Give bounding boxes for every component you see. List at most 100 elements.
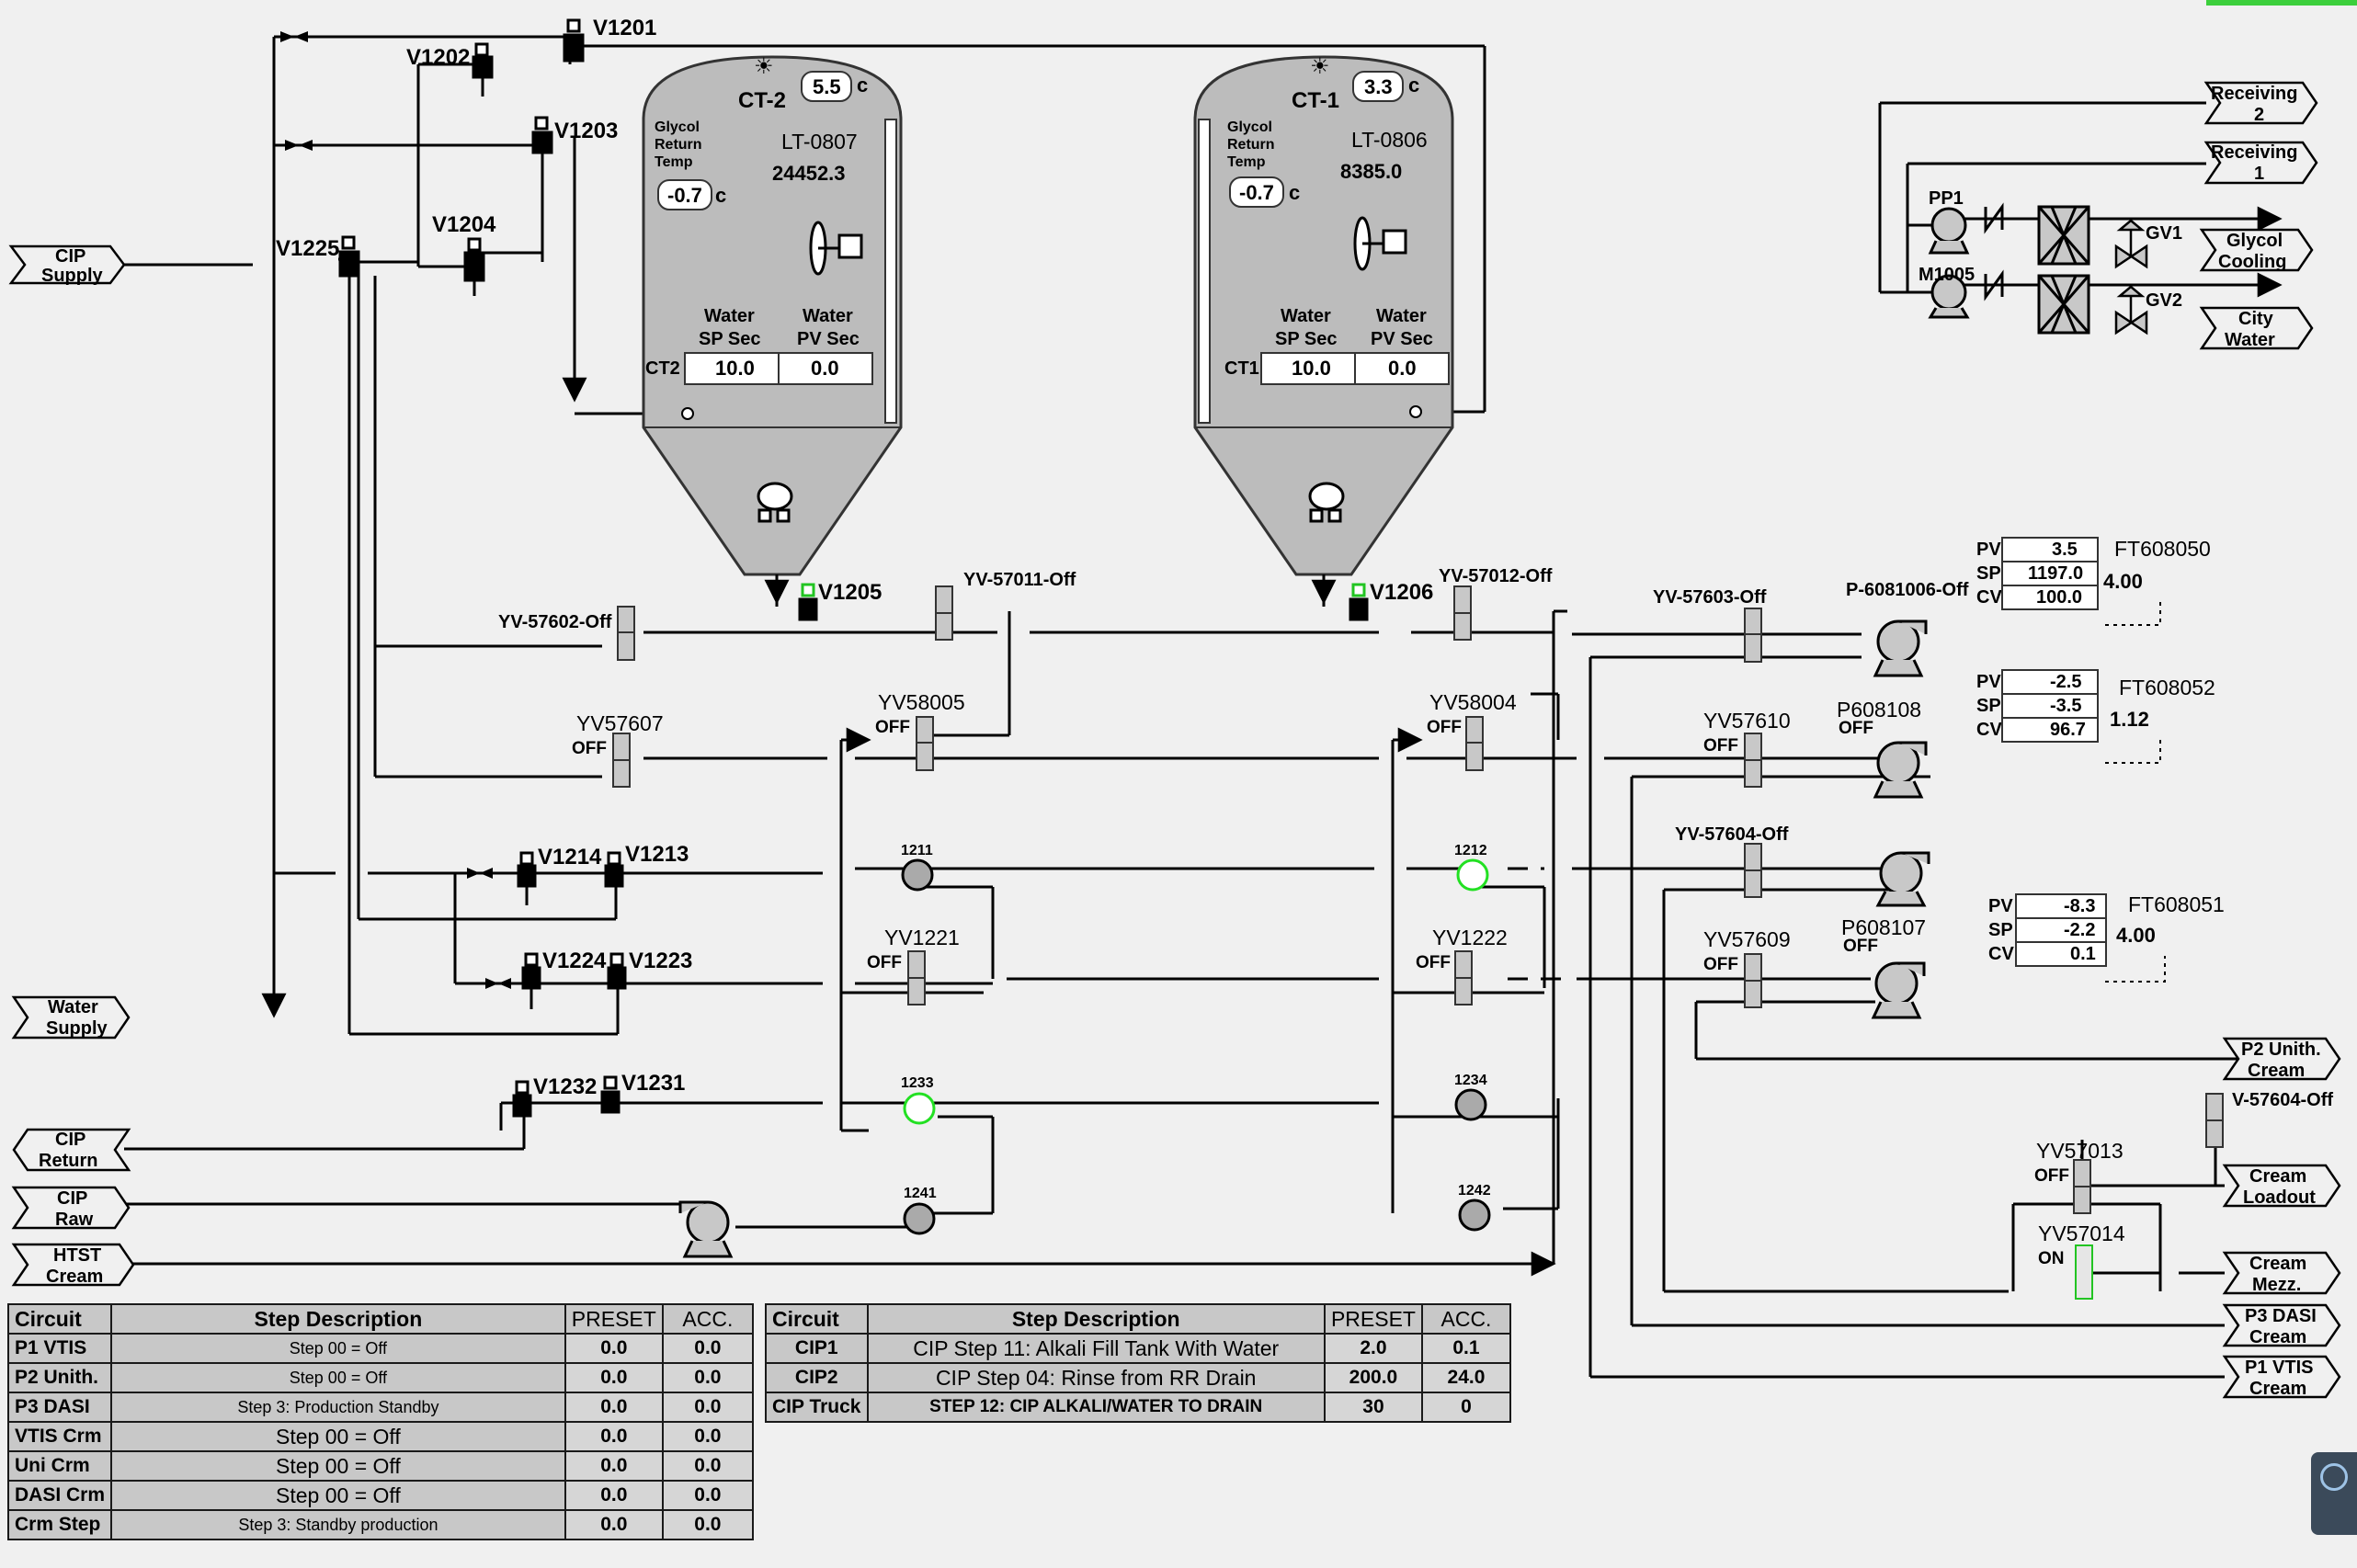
svg-text:Temp: Temp bbox=[655, 154, 693, 170]
port-cip-supply[interactable]: CIP Supply bbox=[8, 244, 126, 286]
svg-text:Raw: Raw bbox=[55, 1210, 94, 1230]
water-sp[interactable]: 10.0 bbox=[715, 357, 755, 380]
pump-icon[interactable] bbox=[1928, 207, 1970, 255]
circuit-step-table: Circuit Step Description PRESET ACC. P1 … bbox=[6, 1303, 755, 1540]
svg-text:YV-57604-Off: YV-57604-Off bbox=[1675, 824, 1789, 845]
svg-text:YV-57602-Off: YV-57602-Off bbox=[498, 612, 612, 632]
table-row[interactable]: VTIS Crm Step 00 = Off 0.0 0.0 bbox=[6, 1421, 755, 1452]
column-header: ACC. bbox=[661, 1303, 755, 1335]
port-p3-dasi-cream[interactable]: P3 DASI Cream bbox=[2222, 1303, 2341, 1347]
svg-text:CV: CV bbox=[1976, 720, 2002, 740]
yv-valves[interactable] bbox=[612, 585, 2224, 1300]
table-row[interactable]: P3 DASI Step 3: Production Standby 0.0 0.0 bbox=[6, 1392, 755, 1423]
port-city-water[interactable]: City Water bbox=[2199, 306, 2314, 350]
valve-v1224[interactable] bbox=[521, 952, 541, 1009]
port-htst-cream[interactable]: HTST Cream bbox=[11, 1243, 135, 1287]
port-cream-mezz[interactable]: Cream Mezz. bbox=[2222, 1251, 2341, 1295]
svg-text:-2.5: -2.5 bbox=[2050, 672, 2081, 692]
svg-text:Supply: Supply bbox=[41, 266, 104, 286]
table-row[interactable]: DASI Crm Step 00 = Off 0.0 0.0 bbox=[6, 1480, 755, 1511]
table-row[interactable]: CIP1 CIP Step 11: Alkali Fill Tank With W… bbox=[765, 1333, 1512, 1364]
table-row[interactable]: P2 Unith. Step 00 = Off 0.0 0.0 bbox=[6, 1362, 755, 1393]
svg-text:P1 VTIS: P1 VTIS bbox=[2245, 1358, 2313, 1378]
pump-icon[interactable] bbox=[1873, 741, 1928, 799]
svg-text:YV1221: YV1221 bbox=[884, 926, 960, 949]
column-header: ACC. bbox=[1420, 1303, 1512, 1335]
svg-text:Supply: Supply bbox=[46, 1018, 108, 1039]
svg-text:Water: Water bbox=[48, 997, 98, 1017]
svg-text:OFF: OFF bbox=[1839, 719, 1873, 738]
svg-text:Cooling: Cooling bbox=[2218, 252, 2286, 272]
svg-text:SP: SP bbox=[1988, 920, 2013, 940]
route-nodes[interactable] bbox=[901, 858, 1491, 1235]
control-valve-gv1[interactable] bbox=[2114, 219, 2148, 269]
port-cip-return[interactable]: CIP Return bbox=[12, 1128, 131, 1172]
port-p2-unith-cream[interactable]: P2 Unith. Cream bbox=[2222, 1037, 2341, 1081]
level-tag: LT-0806 bbox=[1351, 128, 1428, 152]
valve-v1232[interactable] bbox=[512, 1080, 532, 1118]
svg-text:PP1: PP1 bbox=[1929, 188, 1964, 209]
port-cip-raw[interactable]: CIP Raw bbox=[11, 1186, 131, 1230]
svg-text:V1205: V1205 bbox=[818, 580, 882, 605]
valve-v1201[interactable] bbox=[563, 18, 585, 62]
valve-v1205[interactable] bbox=[798, 583, 818, 621]
svg-text:c: c bbox=[1408, 74, 1419, 97]
valve-v1231[interactable] bbox=[600, 1075, 621, 1114]
tank-ct2[interactable]: CT-2 ☀ 5.5 c Glycol Return Temp -0.7 c L… bbox=[642, 54, 903, 576]
flow-controller-ft608051[interactable]: PV SP CV -8.3 -2.2 0.1 FT608051 4.00 bbox=[1988, 892, 2225, 967]
port-cream-loadout[interactable]: Cream Loadout bbox=[2222, 1164, 2341, 1208]
valve-v1214[interactable] bbox=[517, 851, 537, 905]
valve-v1206[interactable] bbox=[1349, 583, 1369, 621]
valve-v1213[interactable] bbox=[604, 851, 624, 888]
control-valve-gv2[interactable] bbox=[2114, 285, 2148, 335]
port-receiving-1[interactable]: Receiving 1 bbox=[2203, 141, 2318, 185]
pump-icon[interactable] bbox=[1875, 851, 1930, 907]
table-row[interactable]: CIP2 CIP Step 04: Rinse from RR Drain 200.… bbox=[765, 1362, 1512, 1393]
flow-controller-ft608052[interactable]: PV SP CV -2.5 -3.5 96.7 FT608052 1.12 bbox=[1976, 669, 2215, 743]
svg-text:OFF: OFF bbox=[867, 953, 902, 972]
svg-text:SP: SP bbox=[1976, 563, 2001, 584]
level-value: 24452.3 bbox=[772, 162, 846, 185]
check-valve-icon bbox=[280, 31, 511, 989]
svg-text:YV57607: YV57607 bbox=[576, 711, 664, 735]
water-sp[interactable]: 10.0 bbox=[1292, 357, 1331, 380]
flow-controller-ft608050[interactable]: PV SP CV 3.5 1197.0 100.0 FT608050 4.00 bbox=[1976, 537, 2211, 610]
valve-v1223[interactable] bbox=[607, 952, 627, 990]
node-1233 bbox=[903, 1092, 936, 1125]
port-water-supply[interactable]: Water Supply bbox=[11, 995, 131, 1040]
svg-text:YV58005: YV58005 bbox=[878, 690, 965, 714]
table-row[interactable]: Uni Crm Step 00 = Off 0.0 0.0 bbox=[6, 1450, 755, 1482]
light-icon: ☀ bbox=[754, 54, 774, 79]
valve-v1225[interactable] bbox=[338, 235, 360, 278]
svg-text:YV1222: YV1222 bbox=[1432, 926, 1508, 949]
port-p1-vtis-cream[interactable]: P1 VTIS Cream bbox=[2222, 1355, 2341, 1399]
port-receiving-2[interactable]: Receiving 2 bbox=[2203, 81, 2318, 125]
svg-text:ON: ON bbox=[2038, 1249, 2065, 1268]
node-1212 bbox=[1456, 858, 1489, 892]
level-value: 8385.0 bbox=[1340, 160, 1402, 183]
table-row[interactable]: CIP Truck STEP 12: CIP ALKALI/WATER TO DR… bbox=[765, 1392, 1512, 1423]
pump-icon[interactable] bbox=[678, 1200, 734, 1258]
valve-v1204[interactable] bbox=[463, 237, 485, 296]
svg-text:P2 Unith.: P2 Unith. bbox=[2241, 1040, 2321, 1060]
svg-text:1197.0[interactable]: 1197.0 bbox=[2028, 563, 2083, 584]
svg-text:Water: Water bbox=[704, 306, 755, 326]
column-header: PRESET bbox=[564, 1303, 664, 1335]
svg-text:1211: 1211 bbox=[901, 843, 933, 858]
pump-icon[interactable] bbox=[1871, 961, 1926, 1019]
svg-text:OFF: OFF bbox=[875, 718, 910, 737]
pump-icon[interactable] bbox=[1873, 619, 1928, 677]
tank-ct1[interactable]: CT-1 ☀ 3.3 c Glycol Return Temp -0.7 c L… bbox=[1193, 54, 1454, 576]
svg-text:GV2: GV2 bbox=[2146, 290, 2182, 311]
svg-text:SP Sec: SP Sec bbox=[1275, 329, 1337, 349]
valve-v1203[interactable] bbox=[531, 116, 553, 154]
svg-text:FT608051: FT608051 bbox=[2128, 892, 2225, 916]
svg-text:HTST: HTST bbox=[53, 1245, 101, 1266]
svg-text:-2.2[interactable]: -2.2 bbox=[2064, 920, 2095, 940]
svg-text:-3.5[interactable]: -3.5 bbox=[2050, 696, 2081, 716]
column-header: Circuit bbox=[6, 1303, 113, 1335]
valve-v1202[interactable] bbox=[472, 42, 494, 97]
table-row[interactable]: P1 VTIS Step 00 = Off 0.0 0.0 bbox=[6, 1333, 755, 1364]
table-row[interactable]: Crm Step Step 3: Standby production 0.0 0.0 bbox=[6, 1509, 755, 1540]
port-glycol-cooling[interactable]: Glycol Cooling bbox=[2199, 228, 2314, 272]
